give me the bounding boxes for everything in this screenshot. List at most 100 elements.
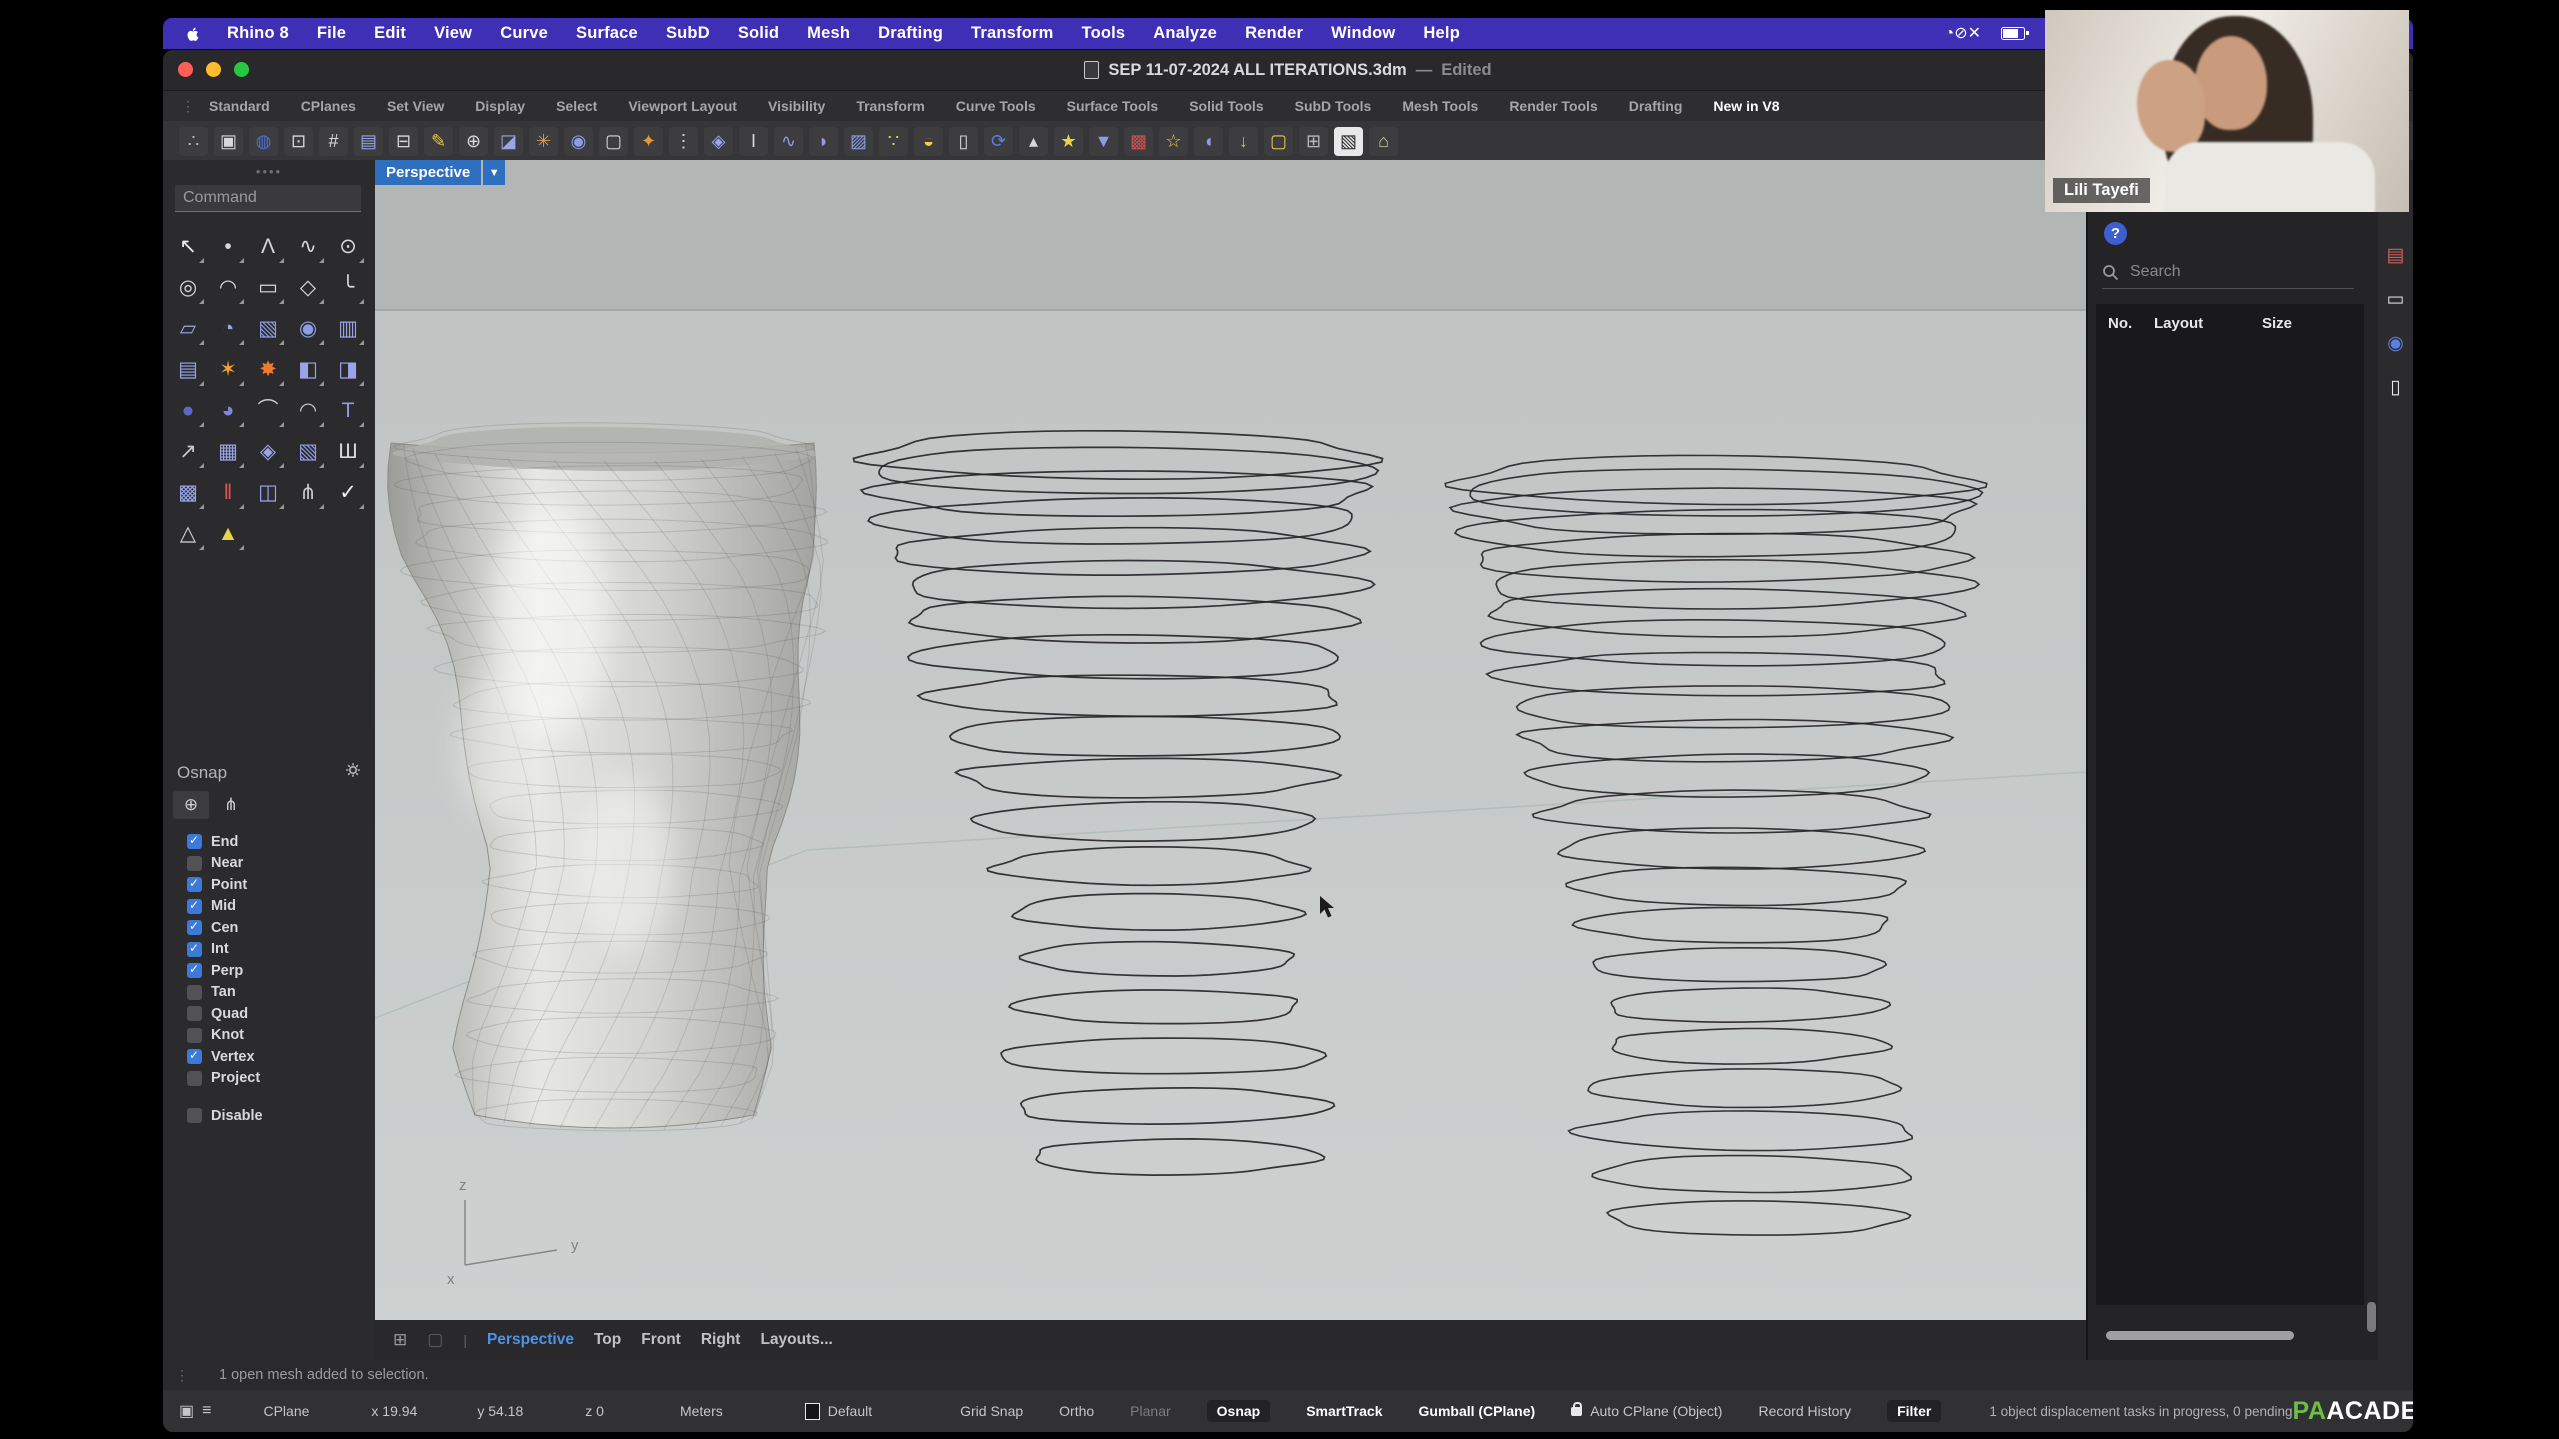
viewport-grid-icon[interactable]: ⊞ (393, 1330, 407, 1350)
toolbar-tab[interactable]: CPlanes (301, 98, 356, 114)
menu-item[interactable]: SubD (666, 24, 710, 42)
checkbox[interactable] (187, 855, 202, 871)
materials-icon[interactable]: ▤ (2387, 246, 2405, 265)
sweep-tool-icon[interactable]: ◔ (222, 318, 235, 339)
viewport-title[interactable]: Perspective (375, 160, 482, 185)
selection-filter-icon[interactable]: ▣ (179, 1401, 194, 1421)
toolbar-tab[interactable]: Drafting (1629, 98, 1683, 114)
status-toggle[interactable]: Record History (1758, 1403, 1851, 1419)
menu-item-app[interactable]: Rhino 8 (227, 24, 289, 43)
sphere-tool-icon[interactable]: ◉ (299, 318, 317, 339)
boolean-tool-icon[interactable]: ✸ (259, 359, 277, 380)
checkbox[interactable] (187, 1048, 202, 1065)
split-tool-icon[interactable]: ◨ (338, 359, 358, 380)
viewport-canvas[interactable]: z y x (375, 160, 2086, 1320)
menu-item[interactable]: View (434, 24, 472, 42)
menu-item[interactable]: Analyze (1153, 24, 1217, 42)
layer-color-swatch[interactable] (804, 1402, 820, 1420)
osnap-checkbox-row[interactable]: Int (187, 939, 375, 961)
status-toggle[interactable]: Ortho (1059, 1403, 1094, 1419)
toolbar-icon[interactable]: ✎ (431, 132, 446, 150)
menu-item[interactable]: Tools (1082, 24, 1126, 42)
osnap-disable-row[interactable]: Disable (187, 1105, 375, 1127)
layout-list[interactable]: No. Layout Size (2096, 304, 2364, 1305)
toolbar-icon[interactable]: ∵ (888, 132, 899, 150)
plane-tool-icon[interactable]: ▤ (178, 359, 198, 380)
toolbar-icon[interactable]: ◖ (1203, 132, 1214, 150)
toolbar-icon[interactable]: ⊟ (396, 132, 411, 150)
menu-item[interactable]: Transform (971, 24, 1054, 42)
pyramid-tool-icon[interactable]: ▲ (218, 523, 239, 544)
apple-logo-icon[interactable] (185, 26, 201, 42)
checkbox[interactable] (187, 1027, 202, 1043)
flow-tool-icon[interactable]: ⋔ (299, 482, 317, 503)
checkbox[interactable] (187, 962, 202, 979)
explode-tool-icon[interactable]: ✶ (219, 359, 237, 380)
osnap-checkbox-row[interactable]: Project (187, 1068, 375, 1090)
menu-item[interactable]: Drafting (878, 24, 943, 42)
toolbar-tab[interactable]: Standard (209, 98, 270, 114)
toolbar-icon[interactable]: ◉ (571, 132, 587, 150)
close-window-button[interactable] (178, 62, 193, 77)
toolbar-icon[interactable]: I (751, 132, 756, 150)
toolbar-tab[interactable]: Display (475, 98, 525, 114)
cylinder-tool-icon[interactable]: ▥ (338, 318, 358, 339)
osnap-checkbox-row[interactable]: Knot (187, 1025, 375, 1047)
polygon-tool-icon[interactable]: ◇ (300, 277, 316, 298)
layers-panel-icon[interactable]: ◉ (2387, 334, 2404, 353)
viewport-title-dropdown[interactable]: ▼ (483, 160, 506, 185)
perspective-viewport[interactable]: zyx Perspective ▼ ⊞ ▢ | Perspective Top Fr… (375, 160, 2086, 1360)
toolbar-icon[interactable]: # (328, 132, 338, 150)
osnap-checkbox-row[interactable]: Perp (187, 960, 375, 982)
toolbar-tab[interactable]: New in V8 (1713, 98, 1779, 114)
list-icon[interactable]: ≡ (202, 1402, 211, 1420)
toolbar-tab[interactable]: Render Tools (1509, 98, 1597, 114)
zoom-window-button[interactable] (234, 62, 249, 77)
viewport-tab[interactable]: Right (701, 1331, 741, 1349)
toolbar-icon[interactable]: ▼ (1095, 132, 1113, 150)
help-icon[interactable]: ? (2104, 222, 2127, 245)
box-tool-icon[interactable]: ▧ (258, 318, 278, 339)
blend-tool-icon[interactable]: ⌒ (258, 400, 279, 421)
menu-item[interactable]: Render (1245, 24, 1303, 42)
osnap-filter-button[interactable]: ⋔ (213, 791, 249, 819)
scale-tool-icon[interactable]: ▧ (298, 441, 318, 462)
status-toggle[interactable]: Gumball (CPlane) (1419, 1403, 1536, 1419)
trim-tool-icon[interactable]: ◧ (298, 359, 318, 380)
osnap-mode-button[interactable]: ⊕ (173, 791, 209, 819)
toolbar-icon[interactable]: ★ (1060, 132, 1076, 150)
search-input[interactable] (2128, 262, 2354, 282)
toolbar-icon[interactable]: ▩ (1130, 132, 1147, 150)
toolbar-icon[interactable]: ⊡ (291, 132, 306, 150)
status-toggle[interactable]: Filter (1887, 1400, 1942, 1422)
difference-tool-icon[interactable]: ◕ (222, 400, 235, 421)
toolbar-icon[interactable]: ✦ (641, 132, 656, 150)
toolbar-icon[interactable]: ∴ (188, 132, 199, 150)
toolbar-tab[interactable]: Set View (387, 98, 444, 114)
osnap-checkbox-row[interactable]: Quad (187, 1003, 375, 1025)
toolbar-icon[interactable]: ▣ (220, 132, 237, 150)
toolbar-icon[interactable]: ∿ (781, 132, 796, 150)
units-field[interactable]: Meters (680, 1403, 723, 1419)
column-header-size[interactable]: Size (2262, 315, 2292, 332)
checkbox[interactable] (187, 1108, 202, 1124)
copy-tool-icon[interactable]: ▦ (218, 441, 238, 462)
array-tool-icon[interactable]: Ш (338, 441, 357, 462)
point-tool-icon[interactable]: • (224, 236, 231, 257)
status-toggle[interactable]: Auto CPlane (Object) (1571, 1401, 1722, 1419)
vertical-scrollbar[interactable] (2367, 1302, 2376, 1332)
status-toggle[interactable]: SmartTrack (1306, 1403, 1382, 1419)
grid-array-tool-icon[interactable]: ▩ (178, 482, 198, 503)
bluetooth-icon[interactable]: ✕ (1968, 25, 1981, 42)
arc-blend-tool-icon[interactable]: ◠ (299, 400, 317, 421)
cplane-field[interactable]: CPlane (263, 1403, 309, 1419)
curve-tool-icon[interactable]: ∿ (299, 236, 317, 257)
toolbar-icon[interactable]: ◗ (818, 132, 829, 150)
rotate-tool-icon[interactable]: ◈ (260, 441, 276, 462)
toolbar-icon[interactable]: ⟳ (991, 132, 1006, 150)
minimize-window-button[interactable] (206, 62, 221, 77)
toolbar-icon[interactable]: ▢ (1270, 132, 1287, 150)
toolbar-icon[interactable]: ⊞ (1306, 132, 1321, 150)
status-toggle[interactable]: Planar (1130, 1403, 1170, 1419)
arc-tool-icon[interactable]: ◠ (219, 277, 237, 298)
